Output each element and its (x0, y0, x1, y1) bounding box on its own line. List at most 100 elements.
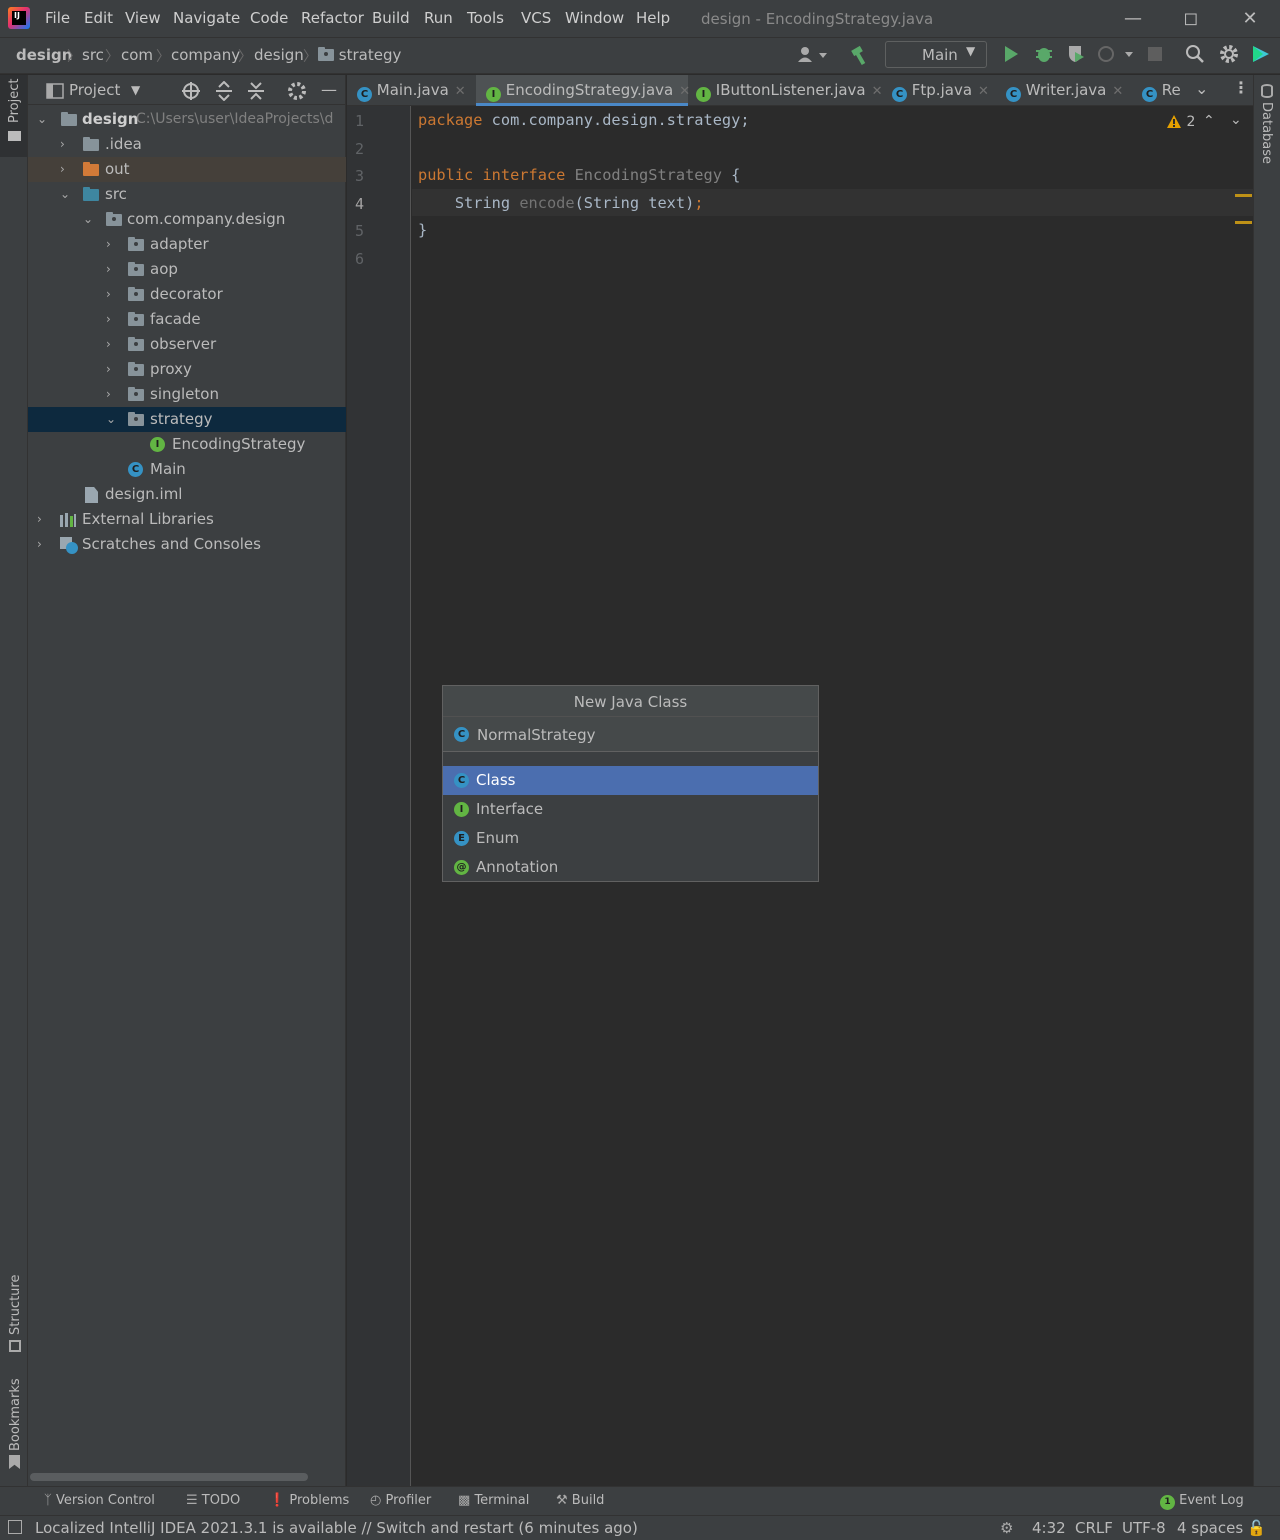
error-stripe-mark[interactable] (1235, 194, 1252, 197)
event-log-button[interactable]: 1 Event Log (1160, 1493, 1244, 1510)
indent-setting[interactable]: 4 spaces (1177, 1519, 1243, 1537)
file-encoding[interactable]: UTF-8 (1122, 1519, 1166, 1537)
kind-option-annotation[interactable]: @ Annotation (443, 853, 818, 882)
locate-file-icon[interactable] (181, 81, 201, 101)
profiler-button[interactable]: ◴ Profiler (370, 1493, 431, 1508)
hide-panel-icon[interactable]: — (321, 80, 337, 99)
toggle-toolwindows-icon[interactable] (8, 1520, 22, 1534)
coverage-icon[interactable] (1066, 44, 1086, 64)
horizontal-scrollbar[interactable] (30, 1473, 308, 1481)
expand-all-icon[interactable] (214, 81, 234, 101)
kind-option-class[interactable]: C Class (443, 766, 818, 795)
status-message[interactable]: Localized IntelliJ IDEA 2021.3.1 is avai… (35, 1519, 638, 1537)
tab-ftp-java[interactable]: C Ftp.java ✕ (892, 75, 992, 106)
more-options-icon[interactable]: ⋮ (1233, 78, 1249, 97)
kind-option-enum[interactable]: E Enum (443, 824, 818, 853)
menu-build[interactable]: Build (372, 9, 410, 27)
chevron-right-icon[interactable]: › (106, 257, 111, 282)
tree-item-design[interactable]: ⌄ design C:\Users\user\IdeaProjects\d (28, 107, 346, 132)
project-tool-button[interactable]: Project (0, 75, 27, 157)
close-tab-icon[interactable]: ✕ (455, 84, 466, 99)
chevron-right-icon[interactable]: › (106, 282, 111, 307)
tab-list-chevron-down-icon[interactable]: ⌄ (1195, 79, 1208, 98)
chevron-down-icon[interactable]: ⌄ (60, 182, 70, 207)
line-separator[interactable]: CRLF (1075, 1519, 1113, 1537)
run-configuration-select[interactable]: Main ▼ (885, 41, 987, 68)
structure-tool-button[interactable]: Structure (0, 1275, 27, 1355)
close-tab-icon[interactable]: ✕ (1112, 84, 1123, 99)
chevron-right-icon[interactable]: › (60, 157, 65, 182)
menu-file[interactable]: File (45, 9, 70, 27)
tree-item-aop[interactable]: › aop (28, 257, 346, 282)
profiler-run-icon[interactable] (1096, 44, 1136, 64)
tab-main-java[interactable]: C Main.java ✕ (357, 75, 475, 106)
build-button[interactable]: ⚒ Build (556, 1493, 604, 1508)
breadcrumb-design[interactable]: design (16, 46, 72, 64)
menu-window[interactable]: Window (565, 9, 624, 27)
menu-tools[interactable]: Tools (467, 9, 504, 27)
chevron-right-icon[interactable]: › (106, 307, 111, 332)
version-control-button[interactable]: ᛉ Version Control (44, 1493, 155, 1508)
maximize-button[interactable]: ◻ (1178, 6, 1204, 32)
problems-button[interactable]: ❗ Problems (269, 1493, 349, 1508)
tree-item-scratches[interactable]: › Scratches and Consoles (28, 532, 346, 557)
chevron-down-icon[interactable]: ⌄ (37, 107, 47, 132)
tree-item-external-libraries[interactable]: › External Libraries (28, 507, 346, 532)
tree-item-facade[interactable]: › facade (28, 307, 346, 332)
code-with-me-icon[interactable] (1251, 44, 1271, 64)
tree-item-design-iml[interactable]: design.iml (28, 482, 346, 507)
chevron-right-icon[interactable]: › (106, 232, 111, 257)
caret-position[interactable]: 4:32 (1032, 1519, 1066, 1537)
todo-button[interactable]: ☰ TODO (186, 1493, 240, 1508)
tree-item-out[interactable]: › out (28, 157, 346, 182)
close-tab-icon[interactable]: ✕ (679, 84, 690, 99)
menu-refactor[interactable]: Refactor (301, 9, 364, 27)
inspection-widget[interactable]: 2 (1166, 114, 1195, 134)
breadcrumb-com[interactable]: com (121, 46, 153, 64)
menu-view[interactable]: View (125, 9, 161, 27)
menu-help[interactable]: Help (636, 9, 670, 27)
class-name-input[interactable]: C NormalStrategy (443, 717, 818, 752)
stop-icon[interactable] (1147, 46, 1163, 62)
chevron-down-icon[interactable]: ⌄ (83, 207, 93, 232)
unlock-icon[interactable]: 🔓 (1247, 1519, 1266, 1537)
next-highlight-chevron-down-icon[interactable]: ⌄ (1230, 112, 1242, 128)
tree-item-src[interactable]: ⌄ src (28, 182, 346, 207)
breadcrumb-strategy[interactable]: strategy (318, 46, 401, 64)
chevron-down-icon[interactable]: ⌄ (106, 407, 116, 432)
collapse-all-icon[interactable] (246, 81, 266, 101)
chevron-right-icon[interactable]: › (37, 532, 42, 557)
add-user-icon[interactable] (797, 45, 831, 65)
tree-item-strategy[interactable]: ⌄ strategy (28, 407, 346, 432)
database-tool-button[interactable]: Database (1254, 80, 1280, 165)
minimize-button[interactable]: — (1120, 6, 1146, 32)
tree-item-main[interactable]: C Main (28, 457, 346, 482)
menu-navigate[interactable]: Navigate (173, 9, 240, 27)
chevron-right-icon[interactable]: › (106, 332, 111, 357)
run-icon[interactable] (1003, 45, 1019, 63)
menu-edit[interactable]: Edit (84, 9, 113, 27)
tab-writer-java[interactable]: C Writer.java ✕ (1006, 75, 1128, 106)
debug-icon[interactable] (1034, 44, 1054, 64)
view-mode-chevron-down-icon[interactable]: ▼ (131, 83, 140, 97)
options-gear-icon[interactable] (287, 81, 307, 101)
settings-gear-icon[interactable] (1219, 44, 1239, 64)
tree-item-proxy[interactable]: › proxy (28, 357, 346, 382)
tab-encodingstrategy-java[interactable]: I EncodingStrategy.java ✕ (476, 75, 690, 106)
chevron-right-icon[interactable]: › (60, 132, 65, 157)
tree-item-idea[interactable]: › .idea (28, 132, 346, 157)
tree-item-adapter[interactable]: › adapter (28, 232, 346, 257)
terminal-button[interactable]: ▩ Terminal (458, 1493, 529, 1508)
breadcrumb-company[interactable]: company (171, 46, 240, 64)
close-tab-icon[interactable]: ✕ (978, 84, 989, 99)
breadcrumb-design-package[interactable]: design (254, 46, 304, 64)
close-tab-icon[interactable]: ✕ (872, 84, 883, 99)
tree-item-com-company-design[interactable]: ⌄ com.company.design (28, 207, 346, 232)
tree-item-observer[interactable]: › observer (28, 332, 346, 357)
tab-ibuttonlistener-java[interactable]: I IButtonListener.java ✕ (696, 75, 883, 106)
tree-item-encodingstrategy[interactable]: I EncodingStrategy (28, 432, 346, 457)
menu-vcs[interactable]: VCS (521, 9, 551, 27)
project-panel-title[interactable]: Project (69, 81, 120, 99)
menu-run[interactable]: Run (424, 9, 453, 27)
chevron-right-icon[interactable]: › (106, 357, 111, 382)
